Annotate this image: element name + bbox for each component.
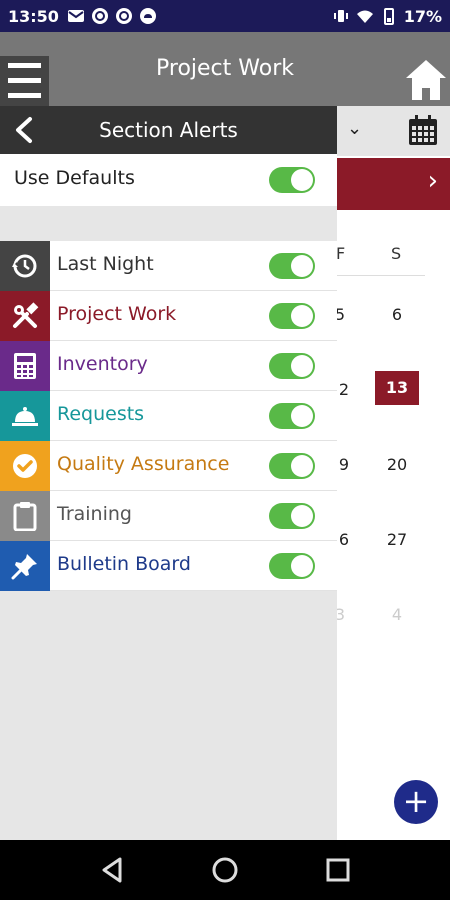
- section-row-inventory: Inventory: [0, 341, 337, 391]
- status-bar: 13:50 17%: [0, 0, 450, 32]
- clipboard-icon: [0, 491, 50, 541]
- app-notification-icon: [115, 8, 132, 24]
- quality-assurance-toggle[interactable]: [269, 453, 315, 479]
- section-label: Requests: [57, 403, 145, 425]
- chevron-down-icon[interactable]: ⌄: [347, 118, 362, 139]
- menu-icon[interactable]: [0, 56, 49, 106]
- section-label: Training: [57, 503, 132, 525]
- calendar-icon[interactable]: [408, 114, 438, 146]
- section-label: Project Work: [57, 303, 177, 325]
- pushpin-icon: [0, 541, 50, 591]
- bulletin-board-toggle[interactable]: [269, 553, 315, 579]
- divider: [337, 275, 425, 276]
- section-row-bulletin-board: Bulletin Board: [0, 541, 337, 591]
- section-label: Inventory: [57, 353, 148, 375]
- calendar-toolbar: ⌄: [337, 106, 450, 156]
- section-label: Last Night: [57, 253, 154, 275]
- section-label: Bulletin Board: [57, 553, 191, 575]
- use-defaults-toggle[interactable]: [269, 167, 315, 193]
- calendar-day[interactable]: 20: [377, 455, 417, 474]
- section-alerts-drawer: Section Alerts Use Defaults Last Night P…: [0, 106, 337, 840]
- app-header: Project Work: [0, 32, 450, 106]
- system-nav-bar: [0, 840, 450, 900]
- section-list: Last Night Project Work Inventory Reques…: [0, 241, 337, 591]
- section-row-project-work: Project Work: [0, 291, 337, 341]
- requests-toggle[interactable]: [269, 403, 315, 429]
- cloud-icon: [139, 8, 156, 24]
- nav-home-icon[interactable]: [210, 855, 240, 885]
- use-defaults-label: Use Defaults: [14, 167, 135, 189]
- weekday-label: S: [391, 244, 402, 263]
- calendar-day[interactable]: 27: [377, 530, 417, 549]
- service-bell-icon: [0, 391, 50, 441]
- use-defaults-row: Use Defaults: [0, 154, 337, 206]
- vibrate-icon: [333, 10, 348, 22]
- chevron-right-icon[interactable]: ›: [428, 166, 438, 196]
- plus-icon: +: [402, 782, 430, 820]
- inventory-toggle[interactable]: [269, 353, 315, 379]
- page-title: Project Work: [156, 56, 294, 81]
- training-toggle[interactable]: [269, 503, 315, 529]
- history-icon: [0, 241, 50, 291]
- add-button[interactable]: +: [394, 780, 438, 824]
- app-notification-icon: [91, 8, 108, 24]
- section-row-requests: Requests: [0, 391, 337, 441]
- calendar-day[interactable]: 4: [377, 605, 417, 624]
- section-row-training: Training: [0, 491, 337, 541]
- mail-icon: [67, 10, 84, 22]
- section-row-quality-assurance: Quality Assurance: [0, 441, 337, 491]
- section-label: Quality Assurance: [57, 453, 230, 475]
- drawer-header: Section Alerts: [0, 106, 337, 154]
- check-circle-icon: [0, 441, 50, 491]
- section-row-last-night: Last Night: [0, 241, 337, 291]
- month-bar: ›: [337, 158, 450, 210]
- tools-icon: [0, 291, 50, 341]
- battery-icon: [383, 8, 394, 25]
- nav-recents-icon[interactable]: [323, 855, 353, 885]
- last-night-toggle[interactable]: [269, 253, 315, 279]
- home-icon[interactable]: [404, 58, 448, 102]
- battery-percent: 17%: [403, 6, 442, 26]
- weekday-label: F: [336, 244, 346, 263]
- calculator-icon: [0, 341, 50, 391]
- nav-back-icon[interactable]: [98, 855, 128, 885]
- calendar-day[interactable]: 6: [377, 305, 417, 324]
- calendar-day-today[interactable]: 13: [375, 371, 419, 405]
- drawer-title: Section Alerts: [99, 118, 238, 142]
- wifi-icon: [356, 10, 373, 23]
- project-work-toggle[interactable]: [269, 303, 315, 329]
- status-time: 13:50: [8, 6, 59, 26]
